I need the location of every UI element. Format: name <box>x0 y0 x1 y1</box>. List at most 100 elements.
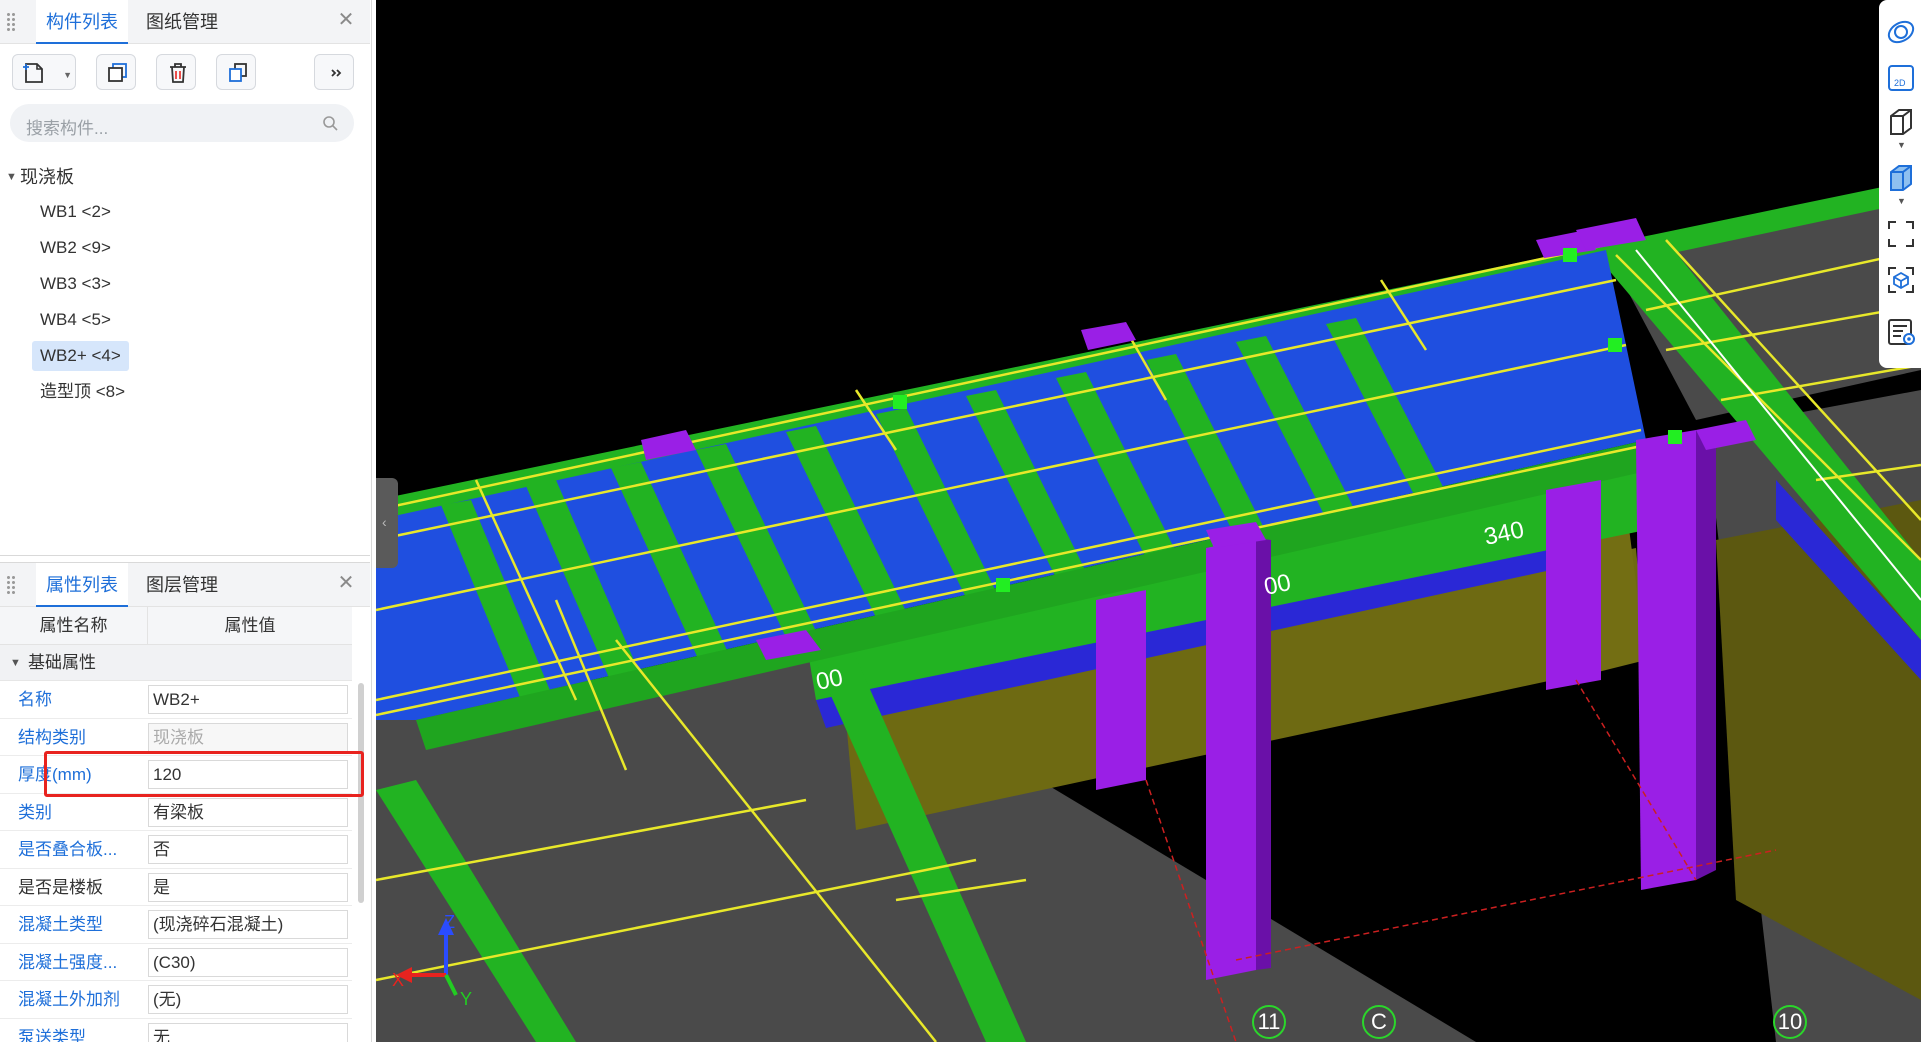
tree-item[interactable]: WB2 <9> <box>0 230 370 266</box>
tree-item-label: WB2 <9> <box>40 238 111 257</box>
drag-grip-icon[interactable] <box>6 575 16 595</box>
property-name: 是否是楼板 <box>18 877 103 897</box>
panel-collapse-handle[interactable]: ‹ <box>376 478 398 568</box>
axis-label-z: Z <box>444 912 455 932</box>
tree-root-cast-in-place-slab[interactable]: ▼ 现浇板 <box>0 160 370 194</box>
axis-label-y: Y <box>460 989 472 1009</box>
property-grid: 属性名称 属性值 ▼ 基础属性 名称 WB2+ 结构类别 现浇板 厚度(mm) … <box>0 607 352 1042</box>
chevron-left-icon: ‹ <box>382 514 387 530</box>
orbit-icon[interactable] <box>1885 16 1917 48</box>
tree-item-label: WB1 <2> <box>40 202 111 221</box>
drag-grip-icon[interactable] <box>6 12 16 32</box>
property-value-input[interactable]: 有梁板 <box>148 797 348 827</box>
property-row: 名称 WB2+ <box>0 681 352 719</box>
layers-copy-icon <box>229 63 247 82</box>
close-icon[interactable]: ✕ <box>336 573 356 593</box>
component-panel-tabbar: 构件列表 图纸管理 ✕ <box>0 0 370 44</box>
tree-item-label: WB2+ <4> <box>32 341 129 371</box>
property-group-basic[interactable]: ▼ 基础属性 <box>0 645 352 681</box>
component-list-panel: 构件列表 图纸管理 ✕ ▼ 搜索构件... ▼ 现浇板 WB1 <2> WB2 … <box>0 0 370 556</box>
left-panel: 构件列表 图纸管理 ✕ ▼ 搜索构件... ▼ 现浇板 WB1 <2> WB2 … <box>0 0 372 1042</box>
tree-item-label: WB4 <5> <box>40 310 111 329</box>
3d-scene: 340 00 00 Z X Y <box>376 180 1921 1042</box>
layer-view-icon[interactable] <box>1885 316 1917 348</box>
property-value-cell: (现浇碎石混凝土) <box>148 906 352 943</box>
property-row: 泵送类型 无 <box>0 1019 352 1042</box>
component-tree: ▼ 现浇板 WB1 <2> WB2 <9> WB3 <3> WB4 <5> WB… <box>0 160 370 410</box>
property-row: 混凝土外加剂 (无) <box>0 981 352 1019</box>
column <box>1636 430 1696 890</box>
property-value-input[interactable]: WB2+ <box>148 685 348 714</box>
expand-triangle-icon[interactable]: ▼ <box>6 160 17 194</box>
property-name: 泵送类型 <box>18 1027 86 1042</box>
tab-component-list[interactable]: 构件列表 <box>36 0 128 44</box>
solid-box-icon[interactable]: ▼ <box>1885 162 1917 206</box>
property-value-cell: (C30) <box>148 944 352 981</box>
dimension-label: 00 <box>814 664 846 696</box>
search-placeholder: 搜索构件... <box>26 119 109 138</box>
2d-view-icon[interactable]: 2D <box>1885 62 1917 94</box>
tree-item[interactable]: WB3 <3> <box>0 266 370 302</box>
property-name: 是否叠合板... <box>18 840 118 859</box>
collapse-triangle-icon[interactable]: ▼ <box>10 645 21 681</box>
new-component-button[interactable]: ▼ <box>12 54 76 90</box>
copy-component-button[interactable] <box>96 54 136 90</box>
property-group-label: 基础属性 <box>28 653 96 672</box>
3d-viewport[interactable]: 340 00 00 Z X Y ‹ 11 C 10 2D ▼ ▼ <box>376 0 1921 1042</box>
property-value-cell: 有梁板 <box>148 794 352 831</box>
tab-layer-management[interactable]: 图层管理 <box>136 563 228 607</box>
property-value-cell: 是 <box>148 869 352 906</box>
more-button[interactable] <box>314 54 354 90</box>
property-value-input[interactable]: (C30) <box>148 947 348 977</box>
3d-box-icon[interactable]: ▼ <box>1885 106 1917 150</box>
property-list-panel: 属性列表 图层管理 ✕ 属性名称 属性值 ▼ 基础属性 名称 WB2+ 结构类别… <box>0 562 370 1042</box>
grid-axis-bubble: C <box>1362 1005 1396 1039</box>
property-value-input[interactable]: (现浇碎石混凝土) <box>148 910 348 939</box>
property-value-input[interactable]: 是 <box>148 872 348 902</box>
property-name: 混凝土类型 <box>18 915 103 934</box>
view-toolbar: 2D ▼ ▼ <box>1879 0 1921 368</box>
layer-copy-button[interactable] <box>216 54 256 90</box>
tree-item[interactable]: WB1 <2> <box>0 194 370 230</box>
property-value-input[interactable]: (无) <box>148 985 348 1014</box>
column <box>1696 430 1716 880</box>
column <box>1256 538 1271 970</box>
property-panel-tabbar: 属性列表 图层管理 ✕ <box>0 563 370 607</box>
column-header-value: 属性值 <box>224 616 276 635</box>
tree-item[interactable]: 造型顶 <8> <box>0 374 370 410</box>
chevron-down-icon[interactable]: ▼ <box>1897 196 1906 206</box>
property-value-cell: 无 <box>148 1019 352 1042</box>
delete-component-button[interactable] <box>156 54 196 90</box>
grid-axis-bubble: 10 <box>1773 1005 1807 1039</box>
chevron-down-icon[interactable]: ▼ <box>1897 140 1906 150</box>
svg-text:2D: 2D <box>1894 78 1906 88</box>
close-icon[interactable]: ✕ <box>336 10 356 30</box>
fullscreen-icon[interactable] <box>1885 218 1917 250</box>
column <box>1096 590 1146 790</box>
component-search-input[interactable]: 搜索构件... <box>10 104 354 142</box>
axis-label-x: X <box>392 970 404 990</box>
tab-drawing-management[interactable]: 图纸管理 <box>136 0 228 44</box>
component-toolbar: ▼ <box>0 44 370 100</box>
tab-property-list[interactable]: 属性列表 <box>36 563 128 607</box>
chevron-down-icon[interactable]: ▼ <box>63 70 72 80</box>
property-value-input[interactable]: 否 <box>148 835 348 864</box>
column-header-name: 属性名称 <box>0 607 148 644</box>
property-name: 结构类别 <box>18 727 86 747</box>
thickness-highlight-box <box>44 751 364 797</box>
tree-item-label: WB3 <3> <box>40 274 111 293</box>
column <box>1546 480 1601 690</box>
property-row: 混凝土类型 (现浇碎石混凝土) <box>0 906 352 944</box>
property-value-cell: 现浇板 <box>148 719 352 756</box>
search-icon[interactable] <box>322 115 338 131</box>
new-file-icon <box>23 63 43 83</box>
tree-item-label: 造型顶 <8> <box>40 382 126 401</box>
property-value-input[interactable]: 无 <box>148 1022 348 1042</box>
tree-item-selected[interactable]: WB2+ <4> <box>0 338 370 374</box>
property-name: 混凝土外加剂 <box>18 990 120 1009</box>
view-cube-icon[interactable] <box>1885 264 1917 296</box>
property-row: 是否是楼板 是 <box>0 869 352 906</box>
dimension-label: 00 <box>1262 569 1294 601</box>
property-value-cell: WB2+ <box>148 681 352 718</box>
tree-item[interactable]: WB4 <5> <box>0 302 370 338</box>
